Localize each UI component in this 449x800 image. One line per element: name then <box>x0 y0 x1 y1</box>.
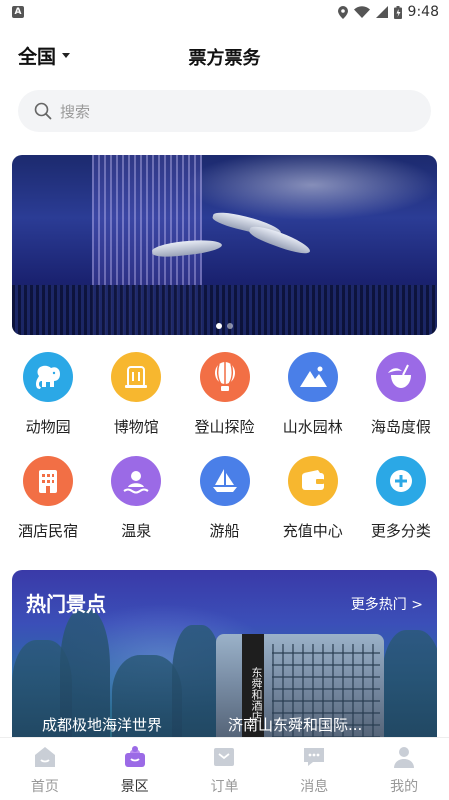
mountain-visual <box>382 630 437 750</box>
category-label: 山水园林 <box>282 418 343 436</box>
clock: 9:48 <box>407 4 439 20</box>
mountain-icon <box>287 352 338 402</box>
more-hot-link[interactable]: 更多热门 > <box>351 594 423 614</box>
nav-messages[interactable]: 消息 <box>269 738 359 800</box>
nav-label: 首页 <box>30 779 59 795</box>
search-bar[interactable]: 搜索 <box>18 90 431 132</box>
category-grid: 动物园 博物馆 登山探险 山水园林 海岛度假 酒店民宿 温泉 游船 充值中心 更… <box>0 352 449 560</box>
category-label: 游船 <box>209 522 240 540</box>
wifi-icon <box>353 6 370 18</box>
location-icon <box>337 5 348 19</box>
category-mountaineering[interactable]: 登山探险 <box>180 352 268 456</box>
carousel-indicators <box>12 323 437 329</box>
category-hotel[interactable]: 酒店民宿 <box>4 456 92 560</box>
profile-icon <box>391 744 417 770</box>
nav-orders[interactable]: 订单 <box>180 738 270 800</box>
category-label: 登山探险 <box>194 418 255 436</box>
banner-carousel[interactable] <box>12 155 437 335</box>
plus-icon <box>375 456 426 506</box>
scenic-icon <box>122 744 148 770</box>
category-label: 更多分类 <box>370 522 431 540</box>
nav-profile[interactable]: 我的 <box>359 738 449 800</box>
signal-icon <box>375 6 388 18</box>
category-island[interactable]: 海岛度假 <box>357 352 445 456</box>
category-label: 博物馆 <box>113 418 159 436</box>
status-bar: A 9:48 <box>0 0 449 24</box>
coconut-icon <box>375 352 426 402</box>
search-placeholder: 搜索 <box>60 102 91 121</box>
category-hot-spring[interactable]: 温泉 <box>92 456 180 560</box>
nav-label: 订单 <box>210 779 239 795</box>
message-icon <box>301 744 327 770</box>
boat-icon <box>199 456 250 506</box>
carousel-dot[interactable] <box>227 323 233 329</box>
nav-home[interactable]: 首页 <box>0 738 90 800</box>
category-museum[interactable]: 博物馆 <box>92 352 180 456</box>
category-label: 海岛度假 <box>370 418 431 436</box>
attraction-name[interactable]: 成都极地海洋世界 <box>42 714 212 735</box>
category-more[interactable]: 更多分类 <box>357 456 445 560</box>
order-icon <box>211 744 237 770</box>
app-header: 全国 票方票务 <box>0 40 449 74</box>
elephant-icon <box>23 352 74 402</box>
balloon-icon <box>199 352 250 402</box>
hot-spring-icon <box>111 456 162 506</box>
category-label: 酒店民宿 <box>18 522 79 540</box>
category-label: 动物园 <box>25 418 71 436</box>
banner-dolphin-visual <box>247 222 313 258</box>
category-zoo[interactable]: 动物园 <box>4 352 92 456</box>
category-landscape[interactable]: 山水园林 <box>269 352 357 456</box>
section-title: 热门景点 <box>26 592 106 616</box>
search-icon <box>34 102 52 120</box>
notification-a-icon: A <box>12 6 24 18</box>
home-icon <box>32 744 58 770</box>
nav-label: 景区 <box>120 779 149 795</box>
category-label: 充值中心 <box>282 522 343 540</box>
carousel-dot[interactable] <box>216 323 222 329</box>
wallet-icon <box>287 456 338 506</box>
bottom-navigation: 首页 景区 订单 消息 我的 <box>0 737 449 800</box>
hotel-icon <box>23 456 74 506</box>
nav-label: 消息 <box>300 779 329 795</box>
nav-label: 我的 <box>390 779 419 795</box>
attraction-name[interactable]: 济南山东舜和国际... <box>228 714 388 735</box>
nav-scenic[interactable]: 景区 <box>90 738 180 800</box>
hot-attractions-section: 热门景点 更多热门 > 东舜和酒店 成都极地海洋世界 济南山东舜和国际... <box>12 570 437 750</box>
page-title: 票方票务 <box>188 48 261 69</box>
battery-icon <box>393 5 402 19</box>
category-cruise[interactable]: 游船 <box>180 456 268 560</box>
category-recharge[interactable]: 充值中心 <box>269 456 357 560</box>
category-label: 温泉 <box>121 522 152 540</box>
museum-icon <box>111 352 162 402</box>
